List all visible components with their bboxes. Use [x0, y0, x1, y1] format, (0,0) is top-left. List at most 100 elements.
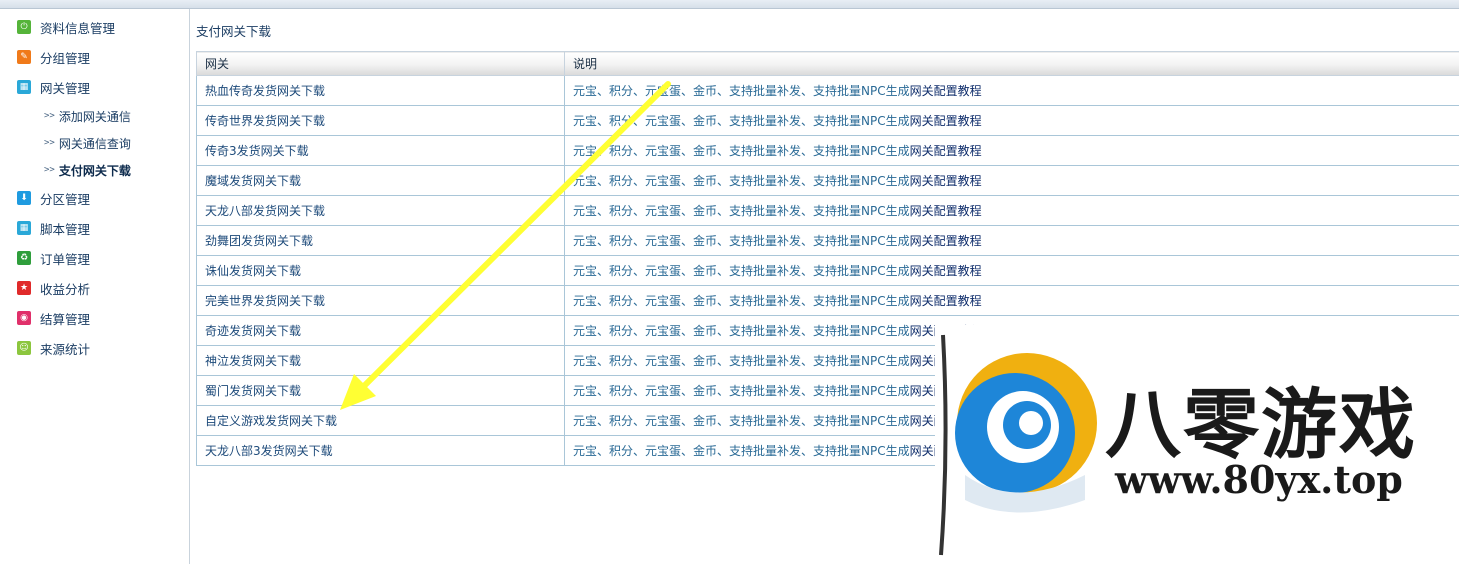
config-tutorial-link[interactable]: 网关配置教程 [910, 294, 982, 308]
config-tutorial-link[interactable]: 网关配置教程 [910, 234, 982, 248]
pencil-icon: ✎ [17, 50, 31, 64]
logo-emblem-icon [939, 334, 1097, 556]
sidebar-item-label: 分组管理 [40, 50, 91, 66]
power-icon: ⏻ [17, 20, 31, 34]
star-icon: ★ [17, 281, 31, 295]
sidebar-subitem-label: 支付网关下载 [58, 163, 131, 178]
table-row: 诛仙发货网关下载 元宝、积分、元宝蛋、金币、支持批量补发、支持批量NPC生成网关配… [196, 255, 1459, 286]
gateway-cell: 诛仙发货网关下载 [196, 255, 565, 286]
double-chevron-icon: >> [44, 165, 55, 175]
watermark-logo: 八零游戏 www.80yx.top [935, 325, 1459, 564]
sidebar-item-settlement[interactable]: ◉ 结算管理 [17, 308, 90, 328]
gateway-download-link[interactable]: 奇迹发货网关下载 [205, 324, 301, 338]
watermark-url: www.80yx.top [1115, 457, 1403, 502]
smile-icon: ☺ [17, 341, 31, 355]
gateway-cell: 蜀门发货网关下载 [196, 375, 565, 406]
gateway-download-link[interactable]: 热血传奇发货网关下载 [205, 84, 325, 98]
sidebar-item-scripts[interactable]: ▦ 脚本管理 [17, 218, 90, 238]
config-tutorial-link[interactable]: 网关配置教程 [910, 264, 982, 278]
sidebar-item-gateway[interactable]: ▦ 网关管理 [17, 77, 90, 97]
double-chevron-icon: >> [44, 111, 55, 121]
description-text: 元宝、积分、元宝蛋、金币、支持批量补发、支持批量NPC生成 [573, 324, 910, 338]
description-text: 元宝、积分、元宝蛋、金币、支持批量补发、支持批量NPC生成 [573, 294, 910, 308]
download-icon: ⬇ [17, 191, 31, 205]
target-icon: ◉ [17, 311, 31, 325]
grid-icon: ▦ [17, 80, 31, 94]
config-tutorial-link[interactable]: 网关配置教程 [910, 144, 982, 158]
gateway-download-link[interactable]: 完美世界发货网关下载 [205, 294, 325, 308]
description-cell: 元宝、积分、元宝蛋、金币、支持批量补发、支持批量NPC生成网关配置教程 [564, 225, 1459, 256]
gateway-download-link[interactable]: 传奇世界发货网关下载 [205, 114, 325, 128]
gateway-cell: 完美世界发货网关下载 [196, 285, 565, 316]
sidebar-item-label: 来源统计 [40, 341, 91, 357]
gateway-cell: 传奇世界发货网关下载 [196, 105, 565, 136]
gateway-cell: 奇迹发货网关下载 [196, 315, 565, 346]
gateway-cell: 魔域发货网关下载 [196, 165, 565, 196]
gateway-download-link[interactable]: 天龙八部发货网关下载 [205, 204, 325, 218]
table-row: 热血传奇发货网关下载 元宝、积分、元宝蛋、金币、支持批量补发、支持批量NPC生成网… [196, 75, 1459, 106]
gateway-cell: 传奇3发货网关下载 [196, 135, 565, 166]
table-row: 完美世界发货网关下载 元宝、积分、元宝蛋、金币、支持批量补发、支持批量NPC生成网… [196, 285, 1459, 316]
description-cell: 元宝、积分、元宝蛋、金币、支持批量补发、支持批量NPC生成网关配置教程 [564, 195, 1459, 226]
sidebar-item-label: 资料信息管理 [40, 20, 116, 36]
sidebar-item-zones[interactable]: ⬇ 分区管理 [17, 188, 90, 208]
description-cell: 元宝、积分、元宝蛋、金币、支持批量补发、支持批量NPC生成网关配置教程 [564, 135, 1459, 166]
table-row: 魔域发货网关下载 元宝、积分、元宝蛋、金币、支持批量补发、支持批量NPC生成网关配… [196, 165, 1459, 196]
column-header-gateway: 网关 [196, 51, 565, 76]
config-tutorial-link[interactable]: 网关配置教程 [910, 174, 982, 188]
description-text: 元宝、积分、元宝蛋、金币、支持批量补发、支持批量NPC生成 [573, 84, 910, 98]
description-text: 元宝、积分、元宝蛋、金币、支持批量补发、支持批量NPC生成 [573, 204, 910, 218]
top-bar [0, 0, 1459, 9]
gateway-cell: 天龙八部3发货网关下载 [196, 435, 565, 466]
description-cell: 元宝、积分、元宝蛋、金币、支持批量补发、支持批量NPC生成网关配置教程 [564, 255, 1459, 286]
config-tutorial-link[interactable]: 网关配置教程 [910, 204, 982, 218]
gateway-cell: 劲舞团发货网关下载 [196, 225, 565, 256]
table-row: 天龙八部发货网关下载 元宝、积分、元宝蛋、金币、支持批量补发、支持批量NPC生成网… [196, 195, 1459, 226]
gateway-cell: 热血传奇发货网关下载 [196, 75, 565, 106]
description-cell: 元宝、积分、元宝蛋、金币、支持批量补发、支持批量NPC生成网关配置教程 [564, 105, 1459, 136]
sidebar-subitem-label: 网关通信查询 [58, 136, 131, 151]
gateway-download-link[interactable]: 传奇3发货网关下载 [205, 144, 309, 158]
sidebar-subitem-label: 添加网关通信 [58, 109, 131, 124]
gateway-download-link[interactable]: 蜀门发货网关下载 [205, 384, 301, 398]
sidebar-item-orders[interactable]: ♻ 订单管理 [17, 248, 90, 268]
gateway-cell: 神泣发货网关下载 [196, 345, 565, 376]
gateway-cell: 天龙八部发货网关下载 [196, 195, 565, 226]
page-title: 支付网关下载 [196, 24, 272, 39]
sidebar-item-label: 分区管理 [40, 191, 91, 207]
recycle-icon: ♻ [17, 251, 31, 265]
sidebar-item-source-stats[interactable]: ☺ 来源统计 [17, 338, 90, 358]
sidebar-subitem-gateway-download[interactable]: >> 支付网关下载 [44, 161, 131, 179]
table-header-row: 网关 说明 [196, 51, 1459, 76]
sidebar-item-revenue[interactable]: ★ 收益分析 [17, 278, 90, 298]
description-text: 元宝、积分、元宝蛋、金币、支持批量补发、支持批量NPC生成 [573, 384, 910, 398]
description-text: 元宝、积分、元宝蛋、金币、支持批量补发、支持批量NPC生成 [573, 414, 910, 428]
gateway-download-link[interactable]: 魔域发货网关下载 [205, 174, 301, 188]
description-text: 元宝、积分、元宝蛋、金币、支持批量补发、支持批量NPC生成 [573, 264, 910, 278]
gateway-cell: 自定义游戏发货网关下载 [196, 405, 565, 436]
gateway-download-link[interactable]: 自定义游戏发货网关下载 [205, 414, 337, 428]
sidebar-item-label: 脚本管理 [40, 221, 91, 237]
table-row: 传奇世界发货网关下载 元宝、积分、元宝蛋、金币、支持批量补发、支持批量NPC生成网… [196, 105, 1459, 136]
config-tutorial-link[interactable]: 网关配置教程 [910, 84, 982, 98]
sidebar-subitem-gateway-query[interactable]: >> 网关通信查询 [44, 134, 131, 152]
description-text: 元宝、积分、元宝蛋、金币、支持批量补发、支持批量NPC生成 [573, 234, 910, 248]
description-text: 元宝、积分、元宝蛋、金币、支持批量补发、支持批量NPC生成 [573, 174, 910, 188]
double-chevron-icon: >> [44, 138, 55, 148]
config-tutorial-link[interactable]: 网关配置教程 [910, 114, 982, 128]
sidebar-item-label: 收益分析 [40, 281, 91, 297]
description-text: 元宝、积分、元宝蛋、金币、支持批量补发、支持批量NPC生成 [573, 144, 910, 158]
grid-icon: ▦ [17, 221, 31, 235]
description-text: 元宝、积分、元宝蛋、金币、支持批量补发、支持批量NPC生成 [573, 114, 910, 128]
description-cell: 元宝、积分、元宝蛋、金币、支持批量补发、支持批量NPC生成网关配置教程 [564, 75, 1459, 106]
gateway-download-link[interactable]: 诛仙发货网关下载 [205, 264, 301, 278]
sidebar-item-profile[interactable]: ⏻ 资料信息管理 [17, 17, 115, 37]
description-text: 元宝、积分、元宝蛋、金币、支持批量补发、支持批量NPC生成 [573, 354, 910, 368]
gateway-download-link[interactable]: 劲舞团发货网关下载 [205, 234, 313, 248]
table-row: 劲舞团发货网关下载 元宝、积分、元宝蛋、金币、支持批量补发、支持批量NPC生成网关… [196, 225, 1459, 256]
gateway-download-link[interactable]: 神泣发货网关下载 [205, 354, 301, 368]
sidebar-item-label: 结算管理 [40, 311, 91, 327]
sidebar-subitem-add-gateway[interactable]: >> 添加网关通信 [44, 107, 131, 125]
gateway-download-link[interactable]: 天龙八部3发货网关下载 [205, 444, 333, 458]
sidebar-item-groups[interactable]: ✎ 分组管理 [17, 47, 90, 67]
